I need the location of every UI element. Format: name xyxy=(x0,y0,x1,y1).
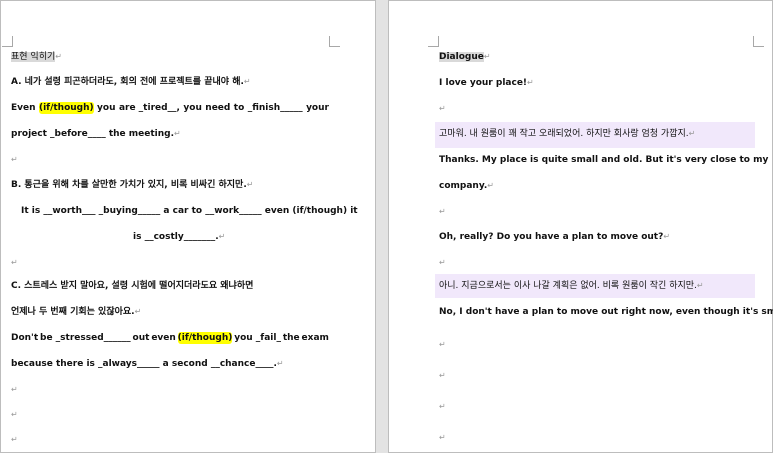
choice-if-though: (if/though) xyxy=(177,332,233,344)
sentence-a-english-line1[interactable]: Even (if/though) you are _tired__, you n… xyxy=(11,102,329,114)
word: you xyxy=(183,103,202,113)
word: Even xyxy=(11,103,36,113)
dialogue-english-2[interactable]: No, I don't have a plan to move out righ… xyxy=(439,306,773,318)
empty-paragraph-mark: ↵ xyxy=(439,258,446,267)
empty-paragraph-mark: ↵ xyxy=(439,402,446,411)
word: Don't xyxy=(11,333,39,343)
empty-paragraph-mark: ↵ xyxy=(439,207,446,216)
dialogue-english-1-line1[interactable]: Thanks. My place is quite small and old.… xyxy=(439,154,768,166)
document-page-left[interactable]: 표현 익히기↵ A. 네가 설령 피곤하더라도, 회의 전에 프로젝트를 끝내야… xyxy=(0,0,376,453)
margin-corner-mark xyxy=(753,36,764,47)
paragraph-mark: ↵ xyxy=(243,77,251,86)
margin-corner-mark xyxy=(428,36,439,47)
paragraph-mark: ↵ xyxy=(218,232,226,241)
blank-tired: are _tired__, xyxy=(118,103,180,113)
word: exam xyxy=(301,333,329,343)
word: you xyxy=(97,103,116,113)
sentence-b-english-line2-text: is __costly_______. xyxy=(133,232,219,242)
paragraph-mark: ↵ xyxy=(663,232,671,241)
dialogue-line-2[interactable]: Oh, really? Do you have a plan to move o… xyxy=(439,231,670,243)
paragraph-mark: ↵ xyxy=(134,307,142,316)
empty-paragraph-mark: ↵ xyxy=(11,385,18,394)
word: your xyxy=(306,103,329,113)
document-page-right[interactable]: Dialogue↵ I love your place!↵ ↵ 고마워. 내 원… xyxy=(388,0,773,453)
sentence-a-english-line2[interactable]: project _before____ the meeting.↵ xyxy=(11,128,181,140)
sentence-b-korean[interactable]: B. 통근을 위해 차를 살만한 가치가 있지, 비록 비싸긴 하지만.↵ xyxy=(11,179,253,191)
word: out xyxy=(132,333,150,343)
word: need xyxy=(205,103,231,113)
sentence-a-korean-text: A. 네가 설령 피곤하더라도, 회의 전에 프로젝트를 끝내야 해. xyxy=(11,77,244,87)
word: even xyxy=(151,333,176,343)
paragraph-mark: ↵ xyxy=(483,52,491,61)
heading-text: 표현 익히기 xyxy=(11,52,56,62)
blank-finish: _finish_____ xyxy=(247,103,303,113)
sentence-a-korean[interactable]: A. 네가 설령 피곤하더라도, 회의 전에 프로젝트를 끝내야 해.↵ xyxy=(11,76,251,88)
sentence-c-korean-line1[interactable]: C. 스트레스 받지 말아요, 설령 시험에 떨어지더라도요 왜냐하면 xyxy=(11,280,253,292)
empty-paragraph-mark: ↵ xyxy=(439,104,446,113)
sentence-c-english-line2-text: because there is _always_____ a second _… xyxy=(11,359,277,369)
dialogue-english-2-text: No, I don't have a plan to move out righ… xyxy=(439,307,773,317)
sentence-b-english-line1[interactable]: It is __worth___ _buying_____ a car to _… xyxy=(21,205,358,217)
empty-paragraph-mark: ↵ xyxy=(11,155,18,164)
dialogue-english-1-line1-text: Thanks. My place is quite small and old.… xyxy=(439,155,769,165)
word: to xyxy=(233,103,245,113)
dialogue-line-1[interactable]: I love your place!↵ xyxy=(439,77,534,89)
choice-if-though: (if/though) xyxy=(38,102,94,114)
paragraph-mark: ↵ xyxy=(246,180,254,189)
dialogue-english-1-line2[interactable]: company.↵ xyxy=(439,180,494,192)
paragraph-mark: ↵ xyxy=(696,281,704,290)
sentence-c-english-line2[interactable]: because there is _always_____ a second _… xyxy=(11,358,284,370)
dialogue-korean-1[interactable]: 고마워. 내 원룸이 꽤 작고 오래되었어. 하지만 회사랑 엄청 가깝지.↵ xyxy=(439,128,695,140)
paragraph-mark: ↵ xyxy=(688,129,696,138)
blank-fail: you _fail_ xyxy=(234,333,281,343)
empty-paragraph-mark: ↵ xyxy=(11,435,18,444)
sentence-c-english-line1[interactable]: Don't be _stressed______ out even (if/th… xyxy=(11,332,329,344)
paragraph-mark: ↵ xyxy=(55,52,62,61)
sentence-b-english-line2[interactable]: is __costly_______.↵ xyxy=(133,231,225,243)
paragraph-mark: ↵ xyxy=(527,78,534,87)
paragraph-mark: ↵ xyxy=(487,181,494,190)
sentence-c-korean-line2[interactable]: 언제나 두 번째 기회는 있잖아요.↵ xyxy=(11,306,141,318)
dialogue-line-2-text: Oh, really? Do you have a plan to move o… xyxy=(439,232,664,242)
blank-stressed: be _stressed______ xyxy=(40,333,131,343)
empty-paragraph-mark: ↵ xyxy=(439,433,446,442)
sentence-c-korean-line2-text: 언제나 두 번째 기회는 있잖아요. xyxy=(11,307,135,317)
dialogue-korean-2-text: 아니. 지금으로서는 이사 나갈 계획은 없어. 비록 원룸이 작긴 하지만. xyxy=(439,281,697,291)
dialogue-heading[interactable]: Dialogue↵ xyxy=(439,51,491,63)
paragraph-mark: ↵ xyxy=(174,129,181,138)
page-gutter xyxy=(376,0,388,453)
dialogue-korean-2[interactable]: 아니. 지금으로서는 이사 나갈 계획은 없어. 비록 원룸이 작긴 하지만.↵ xyxy=(439,280,704,292)
word: the xyxy=(282,333,300,343)
empty-paragraph-mark: ↵ xyxy=(11,410,18,419)
sentence-b-english-line1-text: It is __worth___ _buying_____ a car to _… xyxy=(21,206,358,216)
empty-paragraph-mark: ↵ xyxy=(11,258,18,267)
dialogue-heading-text: Dialogue xyxy=(439,52,484,62)
empty-paragraph-mark: ↵ xyxy=(439,340,446,349)
sentence-c-korean-line1-text: C. 스트레스 받지 말아요, 설령 시험에 떨어지더라도요 왜냐하면 xyxy=(11,281,254,291)
margin-corner-mark xyxy=(2,36,13,47)
dialogue-korean-1-text: 고마워. 내 원룸이 꽤 작고 오래되었어. 하지만 회사랑 엄청 가깝지. xyxy=(439,129,689,139)
dialogue-line-1-text: I love your place! xyxy=(439,78,528,88)
empty-paragraph-mark: ↵ xyxy=(439,371,446,380)
sentence-b-korean-text: B. 통근을 위해 차를 살만한 가치가 있지, 비록 비싸긴 하지만. xyxy=(11,180,247,190)
sentence-a-english-line2-text: project _before____ the meeting. xyxy=(11,129,175,139)
paragraph-mark: ↵ xyxy=(276,359,284,368)
heading-paragraph[interactable]: 표현 익히기↵ xyxy=(11,51,62,63)
margin-corner-mark xyxy=(329,36,340,47)
dialogue-english-1-line2-text: company. xyxy=(439,181,488,191)
